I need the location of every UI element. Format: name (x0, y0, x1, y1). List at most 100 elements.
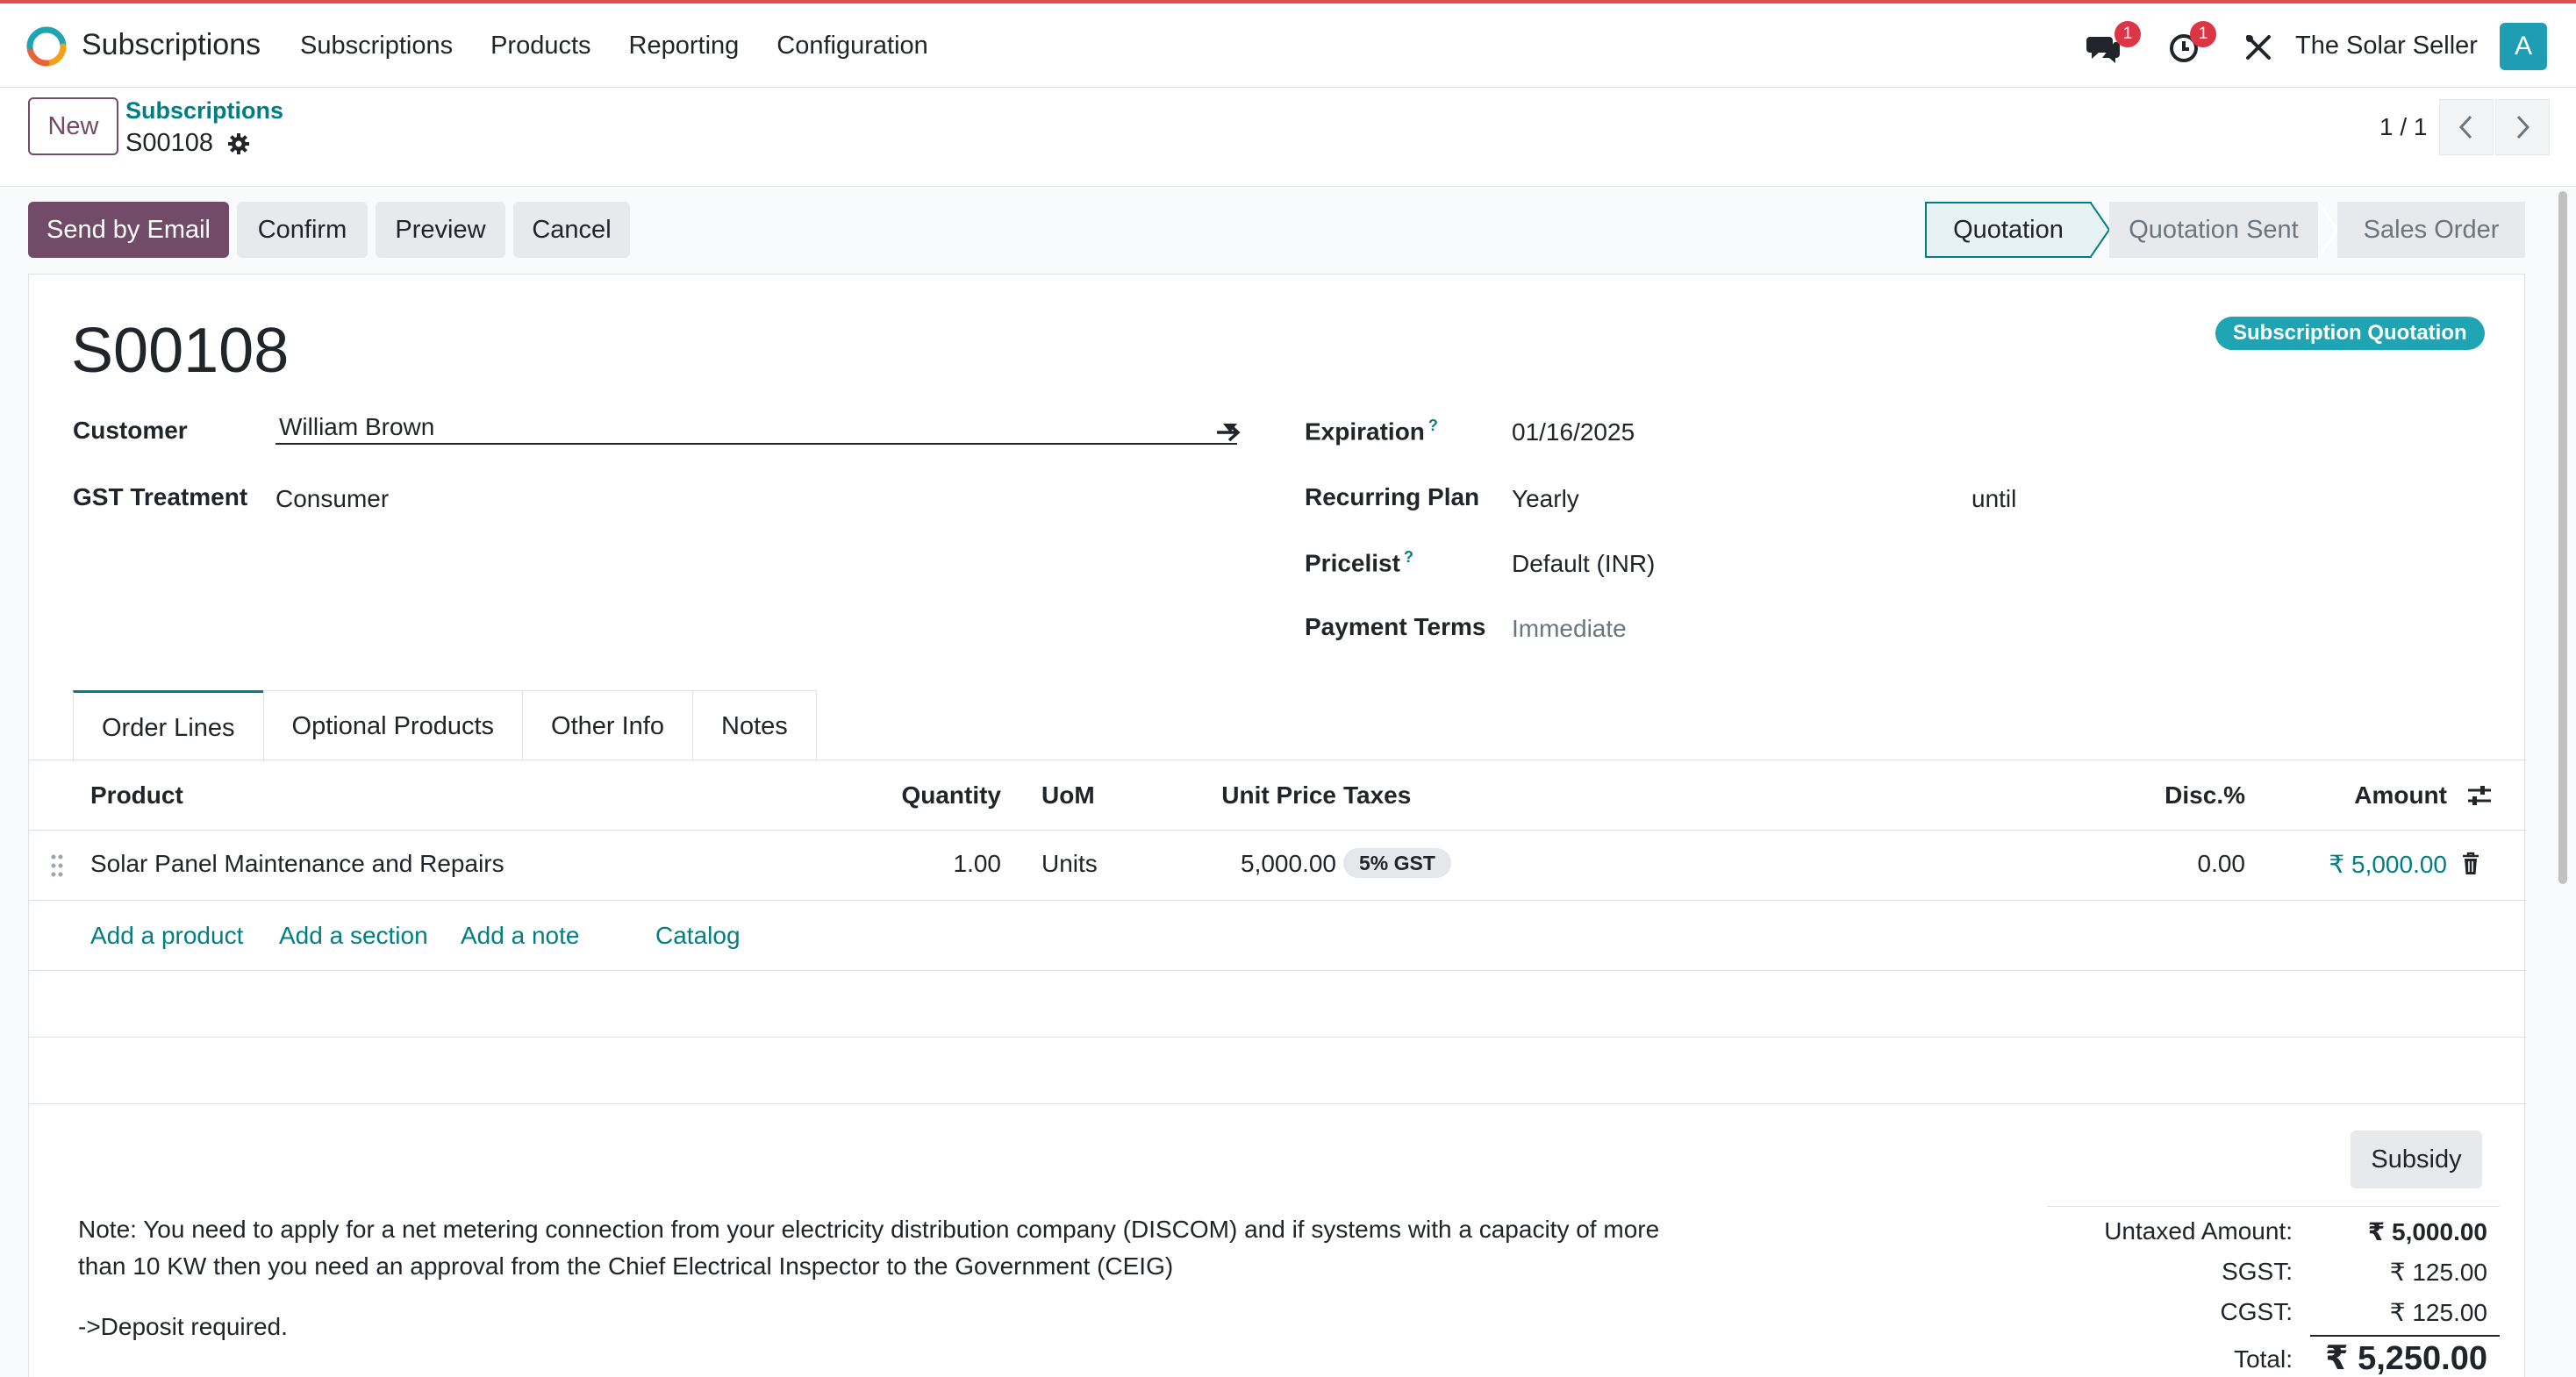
total-value: ₹ 5,250.00 (2325, 1340, 2487, 1377)
payment-terms-label: Payment Terms (1305, 613, 1486, 640)
total-label: Total: (2234, 1345, 2293, 1373)
sgst-value: ₹ 125.00 (2389, 1259, 2487, 1286)
trash-icon[interactable] (2461, 852, 2480, 876)
untaxed-amount-label: Untaxed Amount: (2104, 1217, 2293, 1245)
total-divider (2310, 1335, 2500, 1337)
tax-totals: Untaxed Amount: ₹ 5,000.00 SGST: ₹ 125.0… (2047, 1206, 2500, 1377)
expiration-label-text: Expiration (1305, 417, 1425, 446)
user-avatar[interactable]: A (2500, 23, 2547, 70)
chevron-right-icon (2516, 115, 2530, 139)
form-statusbar: Send by Email Confirm Preview Cancel Quo… (0, 188, 2576, 272)
row-unit-price[interactable]: 5,000.00 (1241, 850, 1336, 878)
order-note[interactable]: Note: You need to apply for a net meteri… (78, 1211, 1710, 1285)
stage-quotation-sent[interactable]: Quotation Sent (2109, 202, 2318, 258)
confirm-button[interactable]: Confirm (237, 202, 368, 258)
row-tax-tag[interactable]: 5% GST (1343, 848, 1451, 878)
stage-divider-icon (2318, 202, 2339, 258)
pricelist-help-icon[interactable]: ? (1404, 548, 1413, 566)
payment-terms-field[interactable]: Immediate (1512, 615, 1627, 643)
main-menu: Subscriptions Products Reporting Configu… (300, 32, 966, 61)
gst-treatment-value[interactable]: Consumer (275, 485, 389, 513)
breadcrumb-current-label: S00108 (125, 129, 213, 157)
stage-sales-order[interactable]: Sales Order (2337, 202, 2525, 258)
order-lines-header: Product Quantity UoM Unit Price Taxes Di… (29, 760, 2526, 831)
optional-columns-icon[interactable] (2466, 783, 2493, 808)
column-amount[interactable]: Amount (2354, 781, 2447, 810)
stage-quotation[interactable]: Quotation (1925, 202, 2092, 258)
catalog-link[interactable]: Catalog (655, 922, 741, 950)
row-amount[interactable]: ₹ 5,000.00 (2329, 850, 2447, 879)
page-scrollbar[interactable] (2557, 188, 2569, 1377)
cgst-value: ₹ 125.00 (2389, 1299, 2487, 1326)
expiration-value[interactable]: 01/16/2025 (1512, 418, 1635, 446)
column-unit-price[interactable]: Unit Price (1221, 781, 1336, 810)
plan-until-label: until (1971, 485, 2017, 512)
row-product[interactable]: Solar Panel Maintenance and Repairs (90, 850, 504, 878)
row-disc[interactable]: 0.00 (2198, 850, 2246, 878)
breadcrumb-parent[interactable]: Subscriptions (125, 97, 283, 125)
notebook-tabs: Order Lines Optional Products Other Info… (73, 690, 817, 762)
pricelist-label-text: Pricelist (1305, 549, 1400, 577)
tab-other-info[interactable]: Other Info (522, 690, 693, 760)
arrow-right-icon[interactable] (1215, 422, 1241, 443)
pricelist-value[interactable]: Default (INR) (1512, 550, 1655, 578)
column-disc[interactable]: Disc.% (2165, 781, 2245, 810)
tax-tag-label: 5% GST (1343, 848, 1451, 878)
company-switcher[interactable]: The Solar Seller (2295, 32, 2478, 61)
activities-badge: 1 (2190, 21, 2216, 47)
new-button[interactable]: New (28, 97, 118, 155)
expiration-help-icon[interactable]: ? (1428, 417, 1438, 434)
form-sheet: S00108 Subscription Quotation Customer W… (28, 274, 2526, 1377)
gst-treatment-label: GST Treatment (73, 483, 248, 510)
tab-optional-products[interactable]: Optional Products (262, 690, 524, 760)
order-title: S00108 (71, 316, 290, 386)
messages-badge: 1 (2114, 21, 2141, 47)
gear-icon[interactable] (227, 132, 250, 155)
control-panel: New Subscriptions S00108 1 / 1 (0, 89, 2576, 187)
deposit-note[interactable]: ->Deposit required. (78, 1313, 288, 1341)
subscriptions-app-icon[interactable] (26, 26, 67, 67)
sgst-label: SGST: (2222, 1258, 2293, 1285)
send-by-email-button[interactable]: Send by Email (28, 202, 229, 258)
subscription-quotation-badge: Subscription Quotation (2215, 317, 2485, 350)
tools-icon[interactable] (2241, 30, 2276, 65)
subsidy-button[interactable]: Subsidy (2351, 1131, 2482, 1188)
stage-arrow-icon (2090, 202, 2111, 258)
pager-next-button[interactable] (2495, 99, 2550, 155)
menu-products[interactable]: Products (490, 32, 590, 61)
expiration-label: Expiration? (1305, 417, 1438, 446)
app-name[interactable]: Subscriptions (82, 28, 261, 62)
empty-row (29, 971, 2526, 1038)
cancel-button[interactable]: Cancel (513, 202, 630, 258)
recurring-plan-value[interactable]: Yearly (1512, 485, 1579, 513)
recurring-plan-label: Recurring Plan (1305, 483, 1480, 510)
add-section-link[interactable]: Add a section (279, 922, 428, 950)
column-uom[interactable]: UoM (1041, 781, 1095, 810)
drag-handle-icon[interactable] (50, 853, 64, 878)
tab-order-lines[interactable]: Order Lines (73, 690, 264, 762)
add-note-link[interactable]: Add a note (461, 922, 579, 950)
chevron-left-icon (2458, 115, 2472, 139)
pager-previous-button[interactable] (2439, 99, 2494, 155)
scrollbar-thumb[interactable] (2558, 191, 2567, 884)
top-navbar: Subscriptions Subscriptions Products Rep… (0, 0, 2576, 88)
menu-subscriptions[interactable]: Subscriptions (300, 32, 453, 61)
preview-button[interactable]: Preview (376, 202, 505, 258)
customer-value[interactable]: William Brown (279, 413, 434, 441)
table-row[interactable]: Solar Panel Maintenance and Repairs 1.00… (29, 831, 2526, 901)
column-product[interactable]: Product (90, 781, 183, 810)
column-taxes[interactable]: Taxes (1343, 781, 1411, 810)
column-quantity[interactable]: Quantity (901, 781, 1001, 810)
empty-row (29, 1038, 2526, 1104)
add-line-row: Add a product Add a section Add a note C… (29, 901, 2526, 971)
customer-field[interactable]: William Brown (275, 408, 1237, 445)
row-quantity[interactable]: 1.00 (954, 850, 1002, 878)
menu-reporting[interactable]: Reporting (629, 32, 740, 61)
untaxed-amount-value: ₹ 5,000.00 (2367, 1218, 2487, 1245)
row-uom[interactable]: Units (1041, 850, 1098, 878)
add-product-link[interactable]: Add a product (90, 922, 243, 950)
pager-value[interactable]: 1 / 1 (2379, 113, 2427, 141)
tab-notes[interactable]: Notes (692, 690, 817, 760)
menu-configuration[interactable]: Configuration (776, 32, 928, 61)
breadcrumb-current: S00108 (125, 129, 250, 158)
